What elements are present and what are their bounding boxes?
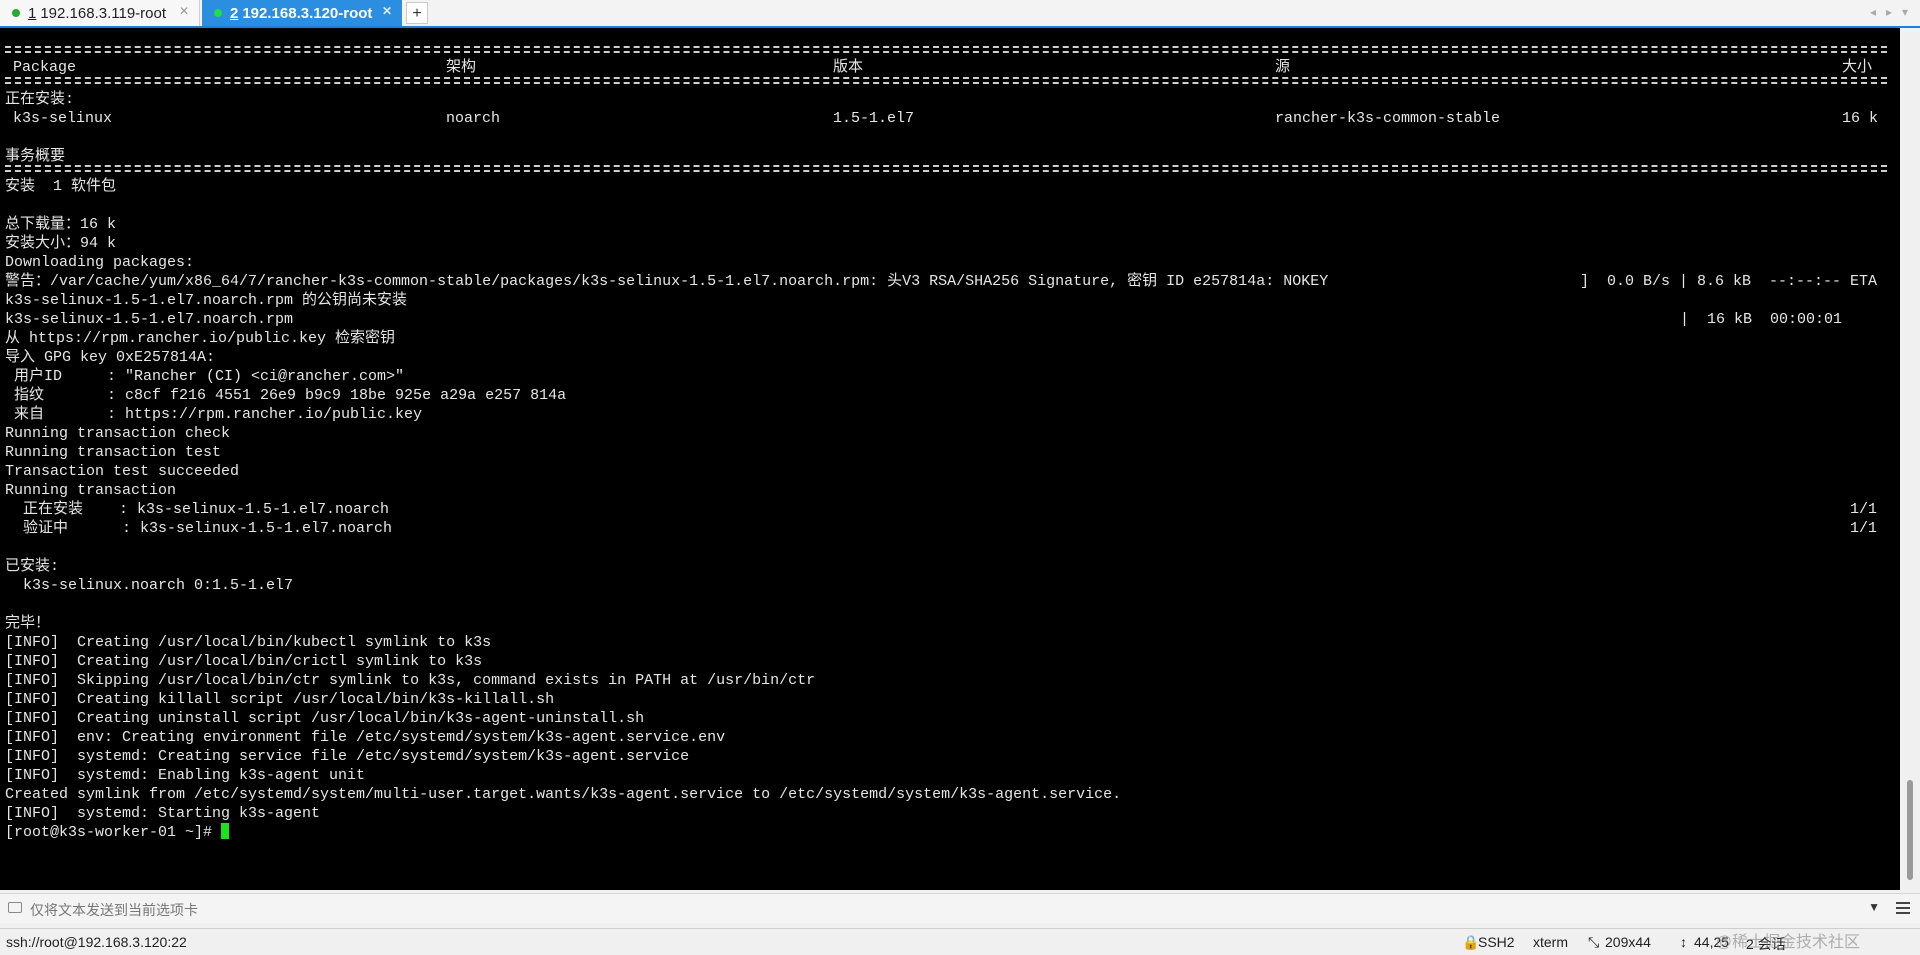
connected-status-icon [12,9,20,17]
terminal-output[interactable]: Package 架构 版本 源 大小 正在安装: k3s-selinux noa… [0,28,1900,890]
user-id-line: 用户ID : "Rancher (CI) <ci@rancher.com>" [5,368,405,385]
package-version: 1.5-1.el7 [833,110,915,127]
fingerprint-line: 指纹 : c8cf f216 4551 26e9 b9c9 18be 925e … [5,387,567,404]
info-line: [INFO] systemd: Enabling k3s-agent unit [5,767,366,784]
verifying-progress-line: 验证中 : k3s-selinux-1.5-1.el7.noarch [5,520,393,537]
done-line: 完毕！ [5,615,51,632]
keyboard-icon [8,902,22,913]
installing-label: 正在安装: [5,91,75,108]
close-tab-icon[interactable]: ✕ [179,4,189,18]
close-tab-icon[interactable]: ✕ [382,4,392,18]
terminal-scrollbar[interactable] [1900,28,1920,890]
total-download: 总下载量：16 k [5,216,117,233]
tx-test-line: Running transaction test [5,444,222,461]
tab-scroll-right-icon[interactable]: ▸ [1886,5,1892,19]
new-tab-button[interactable]: + [406,2,428,24]
connection-string: ssh://root@192.168.3.120:22 [6,934,187,950]
verifying-count: 1/1 [1850,520,1878,537]
shell-prompt-line[interactable]: [root@k3s-worker-01 ~]# [5,823,230,842]
download-progress: ] 0.0 B/s | 8.6 kB --:--:-- ETA [1580,273,1878,290]
resize-icon: ⤡ [1588,934,1600,950]
tab-session-1[interactable]: 1 192.168.3.119-root ✕ [0,0,200,26]
rpm-progress: | 16 kB 00:00:01 [1680,311,1843,328]
info-line: [INFO] Creating uninstall script /usr/lo… [5,710,645,727]
summary-label: 事务概要 [5,148,66,165]
warning-line: 警告：/var/cache/yum/x86_64/7/rancher-k3s-c… [5,273,1329,290]
package-arch: noarch [446,110,501,127]
tab-session-2[interactable]: 2 192.168.3.120-root ✕ [202,0,402,26]
separator-rule [5,46,1887,53]
installing-progress-line: 正在安装 : k3s-selinux-1.5-1.el7.noarch [5,501,390,518]
shell-prompt: [root@k3s-worker-01 ~]# [5,824,222,841]
col-header-size: 大小 [1842,59,1873,76]
watermark: @稀土掘金技术社区 [1715,934,1860,951]
send-target-dropdown-icon[interactable]: ▼ [1868,900,1880,914]
rpm-name-line: k3s-selinux-1.5-1.el7.noarch.rpm [5,311,294,328]
hamburger-menu-icon[interactable] [1896,902,1910,917]
import-gpg-line: 导入 GPG key 0xE257814A: [5,349,216,366]
col-header-version: 版本 [833,59,864,76]
info-line: [INFO] Creating /usr/local/bin/kubectl s… [5,634,492,651]
info-line: [INFO] env: Creating environment file /e… [5,729,726,746]
retrieve-key-line: 从 https://rpm.rancher.io/public.key 检索密钥 [5,330,396,347]
info-line: [INFO] systemd: Creating service file /e… [5,748,690,765]
key-source-line: 来自 : https://rpm.rancher.io/public.key [5,406,423,423]
installed-label: 已安装: [5,558,60,575]
status-bar: ssh://root@192.168.3.120:22 🔒 SSH2 xterm… [0,928,1920,955]
tab-list-icon[interactable]: ▾ [1902,5,1908,19]
terminal-type-label: xterm [1533,934,1568,950]
tx-check-line: Running transaction check [5,425,231,442]
connected-status-icon [214,9,222,17]
col-header-repo: 源 [1275,59,1291,76]
col-header-package: Package [13,59,77,76]
install-size: 安装大小：94 k [5,235,117,252]
separator-rule [5,77,1887,84]
pubkey-missing-line: k3s-selinux-1.5-1.el7.noarch.rpm 的公钥尚未安装 [5,292,408,309]
send-text-input[interactable]: 仅将文本发送到当前选项卡 [30,900,198,920]
terminal-size-label: 209x44 [1605,934,1651,950]
tx-running-line: Running transaction [5,482,177,499]
info-line: Created symlink from /etc/systemd/system… [5,786,1122,803]
package-repo: rancher-k3s-common-stable [1275,110,1501,127]
tab-number: 1 [28,4,37,22]
tab-scroll-left-icon[interactable]: ◂ [1870,5,1876,19]
tab-label: 192.168.3.120-root [242,4,373,22]
info-line: [INFO] Creating killall script /usr/loca… [5,691,555,708]
col-header-arch: 架构 [446,59,477,76]
terminal-cursor [221,823,230,839]
info-line: [INFO] systemd: Starting k3s-agent [5,805,321,822]
scrollbar-thumb[interactable] [1907,780,1913,880]
package-name: k3s-selinux [13,110,113,127]
info-line: [INFO] Creating /usr/local/bin/crictl sy… [5,653,483,670]
install-count: 安装 1 软件包 [5,178,117,195]
tab-label: 192.168.3.119-root [40,4,166,22]
send-text-bar[interactable]: 仅将文本发送到当前选项卡 ▼ [0,893,1920,923]
tab-bar: 1 192.168.3.119-root ✕ 2 192.168.3.120-r… [0,0,1920,28]
lock-icon: 🔒 [1462,934,1480,950]
installing-count: 1/1 [1850,501,1878,518]
package-size: 16 k [1842,110,1879,127]
tab-number: 2 [230,4,239,22]
installed-package: k3s-selinux.noarch 0:1.5-1.el7 [5,577,294,594]
info-line: [INFO] Skipping /usr/local/bin/ctr symli… [5,672,816,689]
downloading-line: Downloading packages: [5,254,195,271]
separator-rule [5,165,1887,172]
protocol-label: SSH2 [1478,934,1515,950]
cursor-position-icon: ↕ [1680,934,1687,950]
tx-test-ok-line: Transaction test succeeded [5,463,240,480]
